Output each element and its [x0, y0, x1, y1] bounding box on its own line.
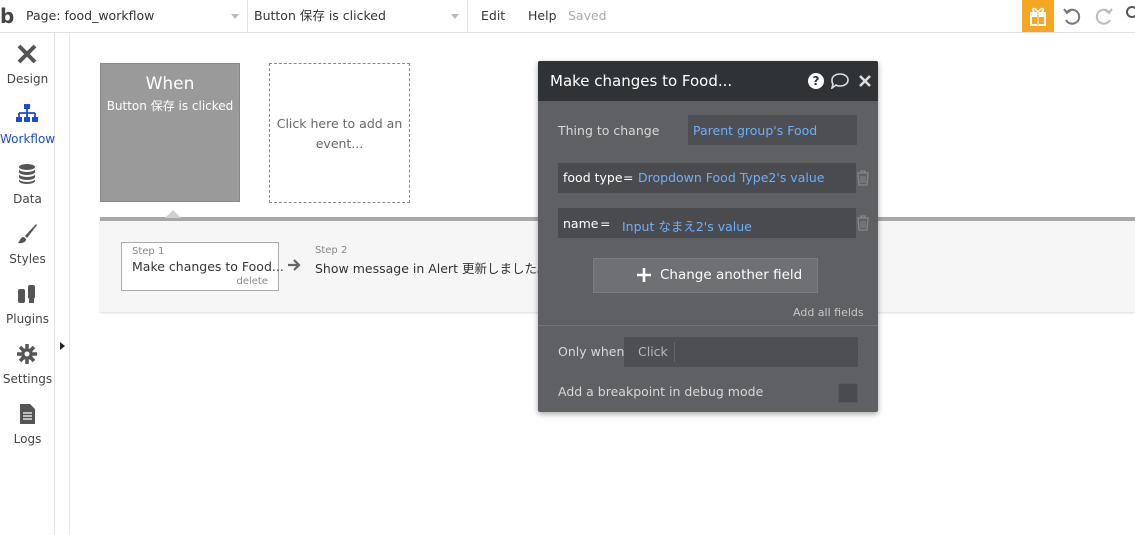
step-number: Step 1	[132, 246, 165, 257]
action-property-panel: Make changes to Food... ? Thing to chang…	[538, 61, 878, 412]
sidebar-item-settings[interactable]: Settings	[0, 333, 55, 393]
change-another-field-button[interactable]: Change another field	[593, 258, 818, 293]
help-icon[interactable]: ?	[808, 73, 824, 89]
help-menu[interactable]: Help	[528, 0, 557, 32]
step-label: Show message in Alert 更新しました。	[315, 261, 550, 276]
step-card-1[interactable]: Step 1 Make changes to Food... delete	[121, 242, 284, 291]
only-when-separator	[674, 342, 675, 362]
sidebar-item-plugins[interactable]: Plugins	[0, 273, 55, 333]
sidebar-item-label: Data	[13, 192, 42, 206]
sidebar-item-label: Design	[6, 72, 49, 86]
step-number: Step 2	[315, 245, 348, 256]
canvas-divider	[69, 33, 70, 535]
thing-to-change-label: Thing to change	[558, 123, 660, 138]
expand-panel-arrow[interactable]	[60, 342, 65, 350]
sidebar-item-label: Logs	[13, 432, 42, 446]
plugin-icon	[18, 285, 35, 303]
sidebar-item-label: Plugins	[6, 312, 49, 326]
change-another-field-label: Change another field	[660, 267, 803, 283]
only-when-placeholder: Click	[638, 344, 668, 359]
panel-header: Make changes to Food... ?	[538, 61, 878, 101]
sidebar-item-styles[interactable]: Styles	[0, 213, 55, 273]
design-icon	[17, 44, 37, 64]
close-icon[interactable]	[858, 73, 872, 89]
breakpoint-label: Add a breakpoint in debug mode	[558, 384, 764, 399]
field-operator: =	[623, 170, 634, 185]
gift-icon	[1030, 7, 1046, 26]
panel-divider	[538, 325, 878, 326]
sidebar-item-workflow[interactable]: Workflow	[0, 93, 55, 153]
event-card[interactable]: When Button 保存 is clicked	[100, 63, 240, 202]
redo-button[interactable]	[1092, 4, 1116, 28]
sidebar-item-label: Settings	[2, 372, 53, 386]
chevron-down-icon	[451, 14, 459, 19]
top-bar: b Page: food_workflow Button 保存 is click…	[0, 0, 1135, 33]
sidebar-item-label: Workflow	[0, 132, 56, 146]
event-pointer	[165, 210, 181, 218]
panel-title: Make changes to Food...	[550, 72, 733, 90]
sidebar-item-logs[interactable]: Logs	[0, 393, 55, 453]
field-key: name	[563, 216, 599, 231]
comment-icon[interactable]	[830, 73, 850, 89]
breakpoint-checkbox[interactable]	[838, 383, 858, 403]
undo-button[interactable]	[1060, 4, 1084, 28]
add-event-text-1: Click here to add an	[276, 116, 403, 131]
thing-to-change-value: Parent group's Food	[693, 123, 818, 138]
bubble-logo: b	[0, 4, 15, 28]
gear-icon	[17, 344, 37, 364]
add-event-placeholder[interactable]: Click here to add an event...	[269, 63, 410, 203]
delete-step-link[interactable]: delete	[236, 276, 268, 287]
event-select-value: Button 保存 is clicked	[254, 8, 386, 23]
search-icon[interactable]	[1126, 6, 1135, 18]
arrow-right-icon	[288, 259, 301, 271]
field-value[interactable]: Input なまえ2's value	[622, 216, 752, 235]
redo-icon	[1095, 8, 1113, 25]
event-when-title: When	[145, 74, 195, 94]
add-event-text-2: event...	[315, 136, 364, 151]
left-sidebar: Design Workflow Data Styles Plugins Sett…	[0, 33, 55, 535]
sidebar-item-data[interactable]: Data	[0, 153, 55, 213]
document-icon	[20, 404, 35, 424]
gift-button[interactable]	[1022, 0, 1054, 32]
field-key: food type	[563, 170, 623, 185]
page-select-value: Page: food_workflow	[26, 8, 155, 23]
undo-icon	[1063, 8, 1081, 25]
plus-icon	[637, 268, 651, 282]
event-trigger-label: Button 保存 is clicked	[106, 99, 234, 113]
only-when-label: Only when	[558, 344, 625, 359]
add-all-fields-link[interactable]: Add all fields	[793, 306, 864, 319]
database-icon	[19, 164, 35, 184]
brush-icon	[18, 224, 37, 244]
event-select[interactable]: Button 保存 is clicked	[248, 0, 468, 32]
field-value[interactable]: Dropdown Food Type2's value	[638, 170, 824, 185]
workflow-icon	[16, 104, 38, 122]
saved-status: Saved	[568, 8, 607, 23]
edit-menu[interactable]: Edit	[481, 0, 505, 32]
sidebar-item-design[interactable]: Design	[0, 33, 55, 93]
trash-icon[interactable]	[856, 215, 870, 231]
chevron-down-icon	[231, 14, 239, 19]
field-operator: =	[600, 216, 611, 231]
step-label: Make changes to Food...	[132, 259, 284, 274]
page-select[interactable]: Page: food_workflow	[20, 0, 248, 32]
trash-icon[interactable]	[856, 170, 870, 186]
sidebar-item-label: Styles	[9, 252, 46, 266]
